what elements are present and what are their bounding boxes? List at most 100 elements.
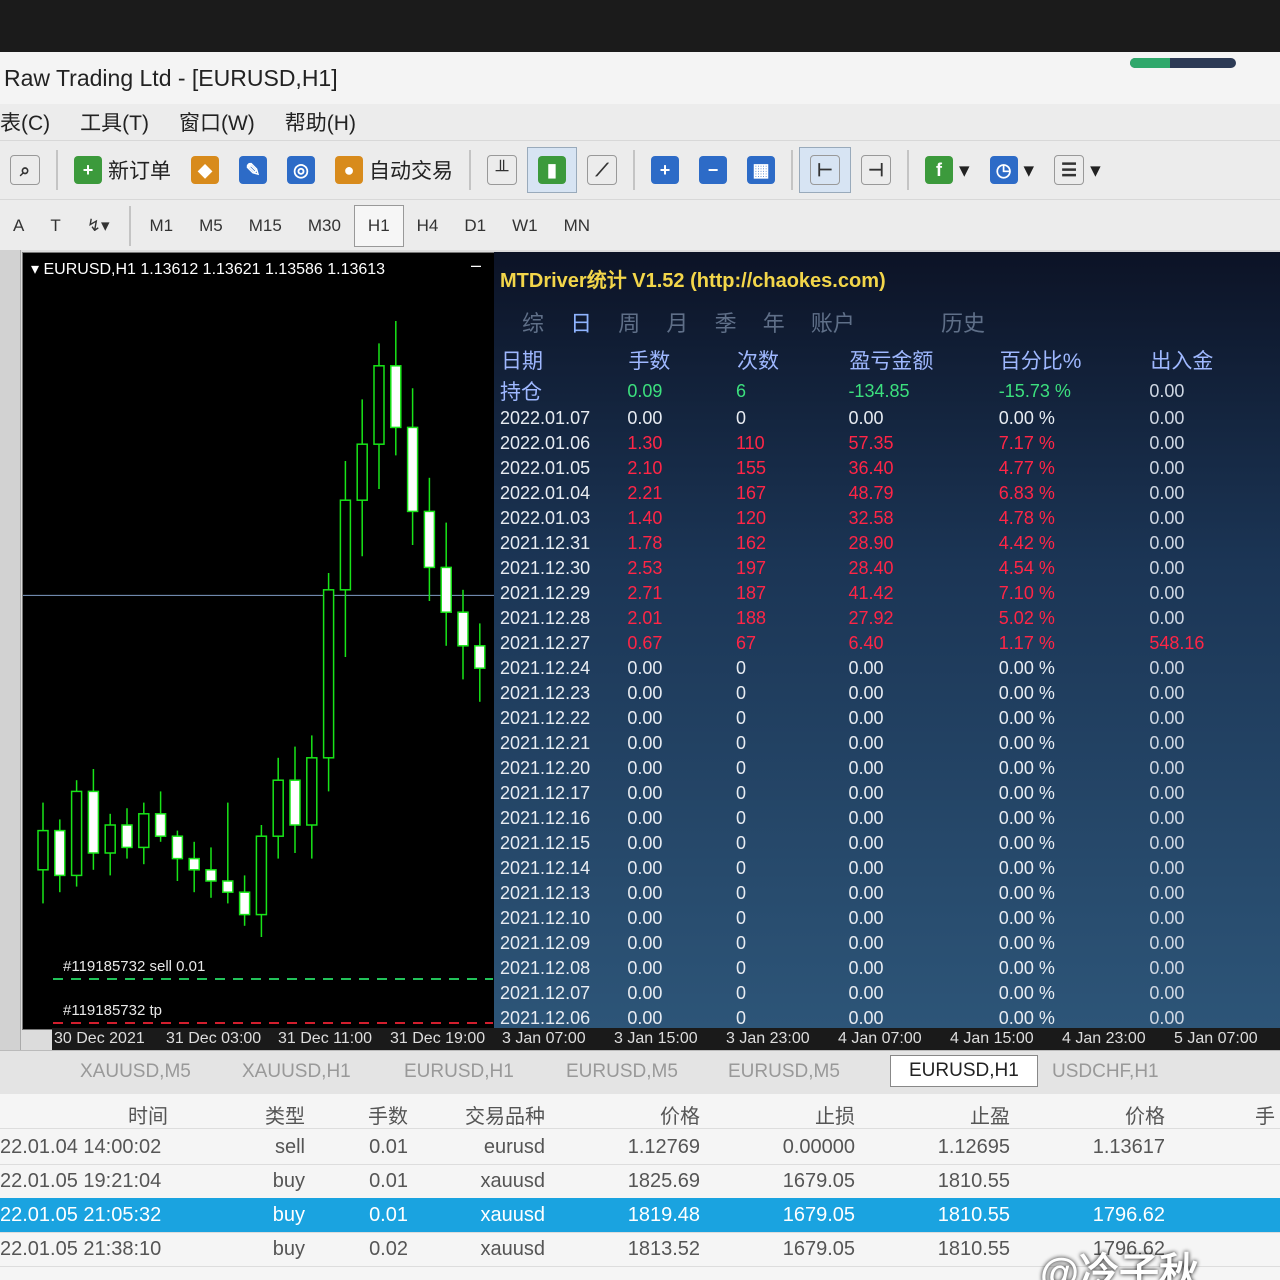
stats-tab-history[interactable]: 历史 (941, 311, 985, 336)
stats-deposit: 0.00 (1149, 433, 1185, 453)
tile-windows-button[interactable]: ▦ (737, 148, 785, 192)
bar-chart-button[interactable]: ╨ (477, 148, 527, 192)
signals-button[interactable]: ◎ (277, 148, 325, 192)
order-row[interactable]: 22.01.04 14:00:02 sell 0.01 eurusd 1.12769 0.… (0, 1130, 1280, 1165)
orders-column-header[interactable]: 止盈 (970, 1100, 1010, 1129)
zoom-out-button[interactable]: − (689, 148, 737, 192)
toolbar-separator (791, 150, 793, 190)
order-row[interactable]: 22.01.05 19:21:04 buy 0.01 xauusd 1825.69 167… (0, 1164, 1280, 1199)
navigator-panel-edge[interactable] (0, 250, 21, 1050)
stats-tab-month[interactable]: 月 (666, 311, 688, 336)
zoom-window-button[interactable]: ⌕ (0, 148, 50, 192)
chart-tab[interactable]: EURUSD,M5 (728, 1061, 840, 1083)
order-row[interactable]: 22.01.05 21:05:32 buy 0.01 xauusd 1819.48 167… (0, 1198, 1280, 1233)
stats-pnl: 28.40 (848, 558, 894, 578)
editor-button[interactable]: ✎ (229, 148, 277, 192)
autoscroll-button[interactable]: ⊢ (799, 147, 851, 193)
stats-lots: 2.53 (627, 558, 663, 578)
text-tool-button[interactable]: A (0, 206, 37, 246)
stats-tab-summary[interactable]: 综 (522, 311, 544, 336)
stats-count: 188 (735, 608, 766, 628)
stats-percent: 0.00 % (998, 408, 1055, 428)
stats-deposit: 0.00 (1149, 808, 1185, 828)
menu-window[interactable]: 窗口(W) (165, 107, 271, 137)
menu-charts[interactable]: 表(C) (0, 107, 66, 137)
stats-row: 2021.12.23 0.00 0 0.00 0.00 % 0.00 (500, 681, 1280, 706)
chart-shift-icon: ⊣ (861, 155, 891, 185)
stats-lots: 0.00 (627, 983, 663, 1003)
zoom-out-icon: − (699, 156, 727, 184)
indicators-icon: f (925, 156, 953, 184)
stats-count: 155 (735, 458, 766, 478)
chart-tab[interactable]: EURUSD,M5 (566, 1061, 678, 1083)
stats-percent: 0.00 % (998, 708, 1055, 728)
stats-count: 0 (735, 708, 746, 728)
timeframe-h4[interactable]: H4 (404, 206, 452, 246)
stats-date: 2021.12.22 (500, 708, 591, 728)
menu-tools[interactable]: 工具(T) (66, 107, 165, 137)
orders-column-header[interactable]: 交易品种 (465, 1100, 545, 1129)
timeframe-mn[interactable]: MN (551, 206, 603, 246)
chart-tab[interactable]: XAUUSD,H1 (242, 1061, 351, 1083)
stats-pnl: 0.00 (848, 958, 884, 978)
price-chart[interactable]: ▾ EURUSD,H1 1.13612 1.13621 1.13586 1.13… (22, 252, 496, 1030)
candle (390, 321, 402, 456)
templates-button[interactable]: ☰ ▾ (1044, 148, 1111, 192)
candlestick-button[interactable]: ▮ (527, 147, 577, 193)
candle (255, 825, 268, 937)
stats-percent: 0.00 % (998, 733, 1055, 753)
experts-button[interactable]: ◆ (181, 148, 229, 192)
stats-percent: 0.00 % (998, 833, 1055, 853)
timeframe-m1[interactable]: M1 (137, 206, 187, 246)
new-order-button[interactable]: + 新订单 (64, 148, 181, 192)
timeframe-w1[interactable]: W1 (499, 206, 551, 246)
candle (339, 461, 352, 657)
stats-count: 0 (735, 733, 746, 753)
stats-tab-year[interactable]: 年 (763, 311, 785, 336)
arrows-tool-button[interactable]: ↯▾ (74, 206, 123, 246)
chart-shift-button[interactable]: ⊣ (851, 148, 901, 192)
chevron-down-icon: ▾ (959, 158, 970, 182)
timeframe-d1[interactable]: D1 (451, 206, 499, 246)
time-axis-label: 31 Dec 11:00 (278, 1030, 372, 1047)
orders-column-header[interactable]: 止损 (815, 1100, 855, 1129)
zoom-in-button[interactable]: + (641, 148, 689, 192)
chart-tab[interactable]: XAUUSD,M5 (80, 1061, 191, 1083)
stats-date: 2021.12.06 (500, 1008, 591, 1028)
line-chart-button[interactable]: ⟋ (577, 148, 627, 192)
menu-help[interactable]: 帮助(H) (271, 107, 372, 137)
timeframe-m30[interactable]: M30 (295, 206, 354, 246)
orders-column-header[interactable]: 价格 (660, 1100, 700, 1129)
stats-pnl: 28.90 (848, 533, 894, 553)
chart-tab[interactable]: EURUSD,H1 (404, 1061, 514, 1083)
timeframe-h1[interactable]: H1 (353, 205, 404, 247)
stats-tab-quarter[interactable]: 季 (715, 311, 737, 336)
stats-deposit: 0.00 (1149, 983, 1185, 1003)
indicators-button[interactable]: f ▾ (915, 148, 980, 192)
stats-tab-week[interactable]: 周 (618, 311, 640, 336)
stats-count: 0 (735, 908, 746, 928)
periods-button[interactable]: ◷ ▾ (980, 148, 1045, 192)
candle (205, 847, 217, 898)
orders-column-header[interactable]: 手数 (368, 1100, 408, 1129)
order-tp: 1.12695 (937, 1136, 1010, 1158)
auto-trading-label: 自动交易 (369, 160, 453, 183)
orders-column-header[interactable]: 手 (1255, 1100, 1275, 1129)
chart-tab[interactable]: EURUSD,H1 (890, 1055, 1038, 1087)
orders-column-header[interactable]: 类型 (265, 1100, 305, 1129)
stats-row: 2021.12.13 0.00 0 0.00 0.00 % 0.00 (500, 881, 1280, 906)
timeframe-m5[interactable]: M5 (186, 206, 236, 246)
chart-tab[interactable]: USDCHF,H1 (1052, 1061, 1159, 1083)
label-tool-button[interactable]: T (37, 206, 73, 246)
orders-column-header[interactable]: 时间 (128, 1100, 168, 1129)
stats-deposit: 0.00 (1149, 508, 1185, 528)
timeframe-m15[interactable]: M15 (236, 206, 295, 246)
stats-date: 2021.12.31 (500, 533, 591, 553)
stats-tab-day[interactable]: 日 (570, 311, 592, 336)
orders-column-header[interactable]: 价格 (1125, 1100, 1165, 1129)
auto-trading-button[interactable]: ● 自动交易 (325, 148, 463, 192)
stats-tab-account[interactable]: 账户 (811, 311, 855, 336)
new-order-icon: + (74, 156, 102, 184)
stats-row: 2021.12.31 1.78 162 28.90 4.42 % 0.00 (500, 531, 1280, 556)
candle (138, 802, 150, 865)
